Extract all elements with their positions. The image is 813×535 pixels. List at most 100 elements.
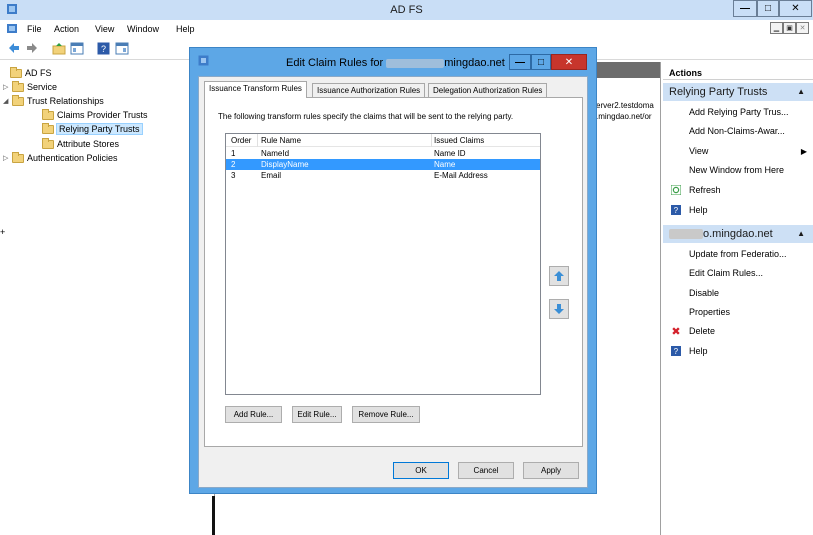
tree-item-service[interactable]: ▷ Service <box>3 80 57 92</box>
svg-text:?: ? <box>674 206 679 215</box>
mouse-cursor-icon: + <box>0 227 6 237</box>
collapse-caret-icon[interactable]: ▲ <box>797 87 805 96</box>
mdi-minimize-icon[interactable]: ▁ <box>770 22 783 34</box>
collapse-caret-icon[interactable]: ▲ <box>797 229 805 238</box>
action-delete[interactable]: Delete <box>689 326 715 336</box>
actions-header: Actions <box>663 64 813 80</box>
actions-section-selected-trust[interactable]: o.mingdao.net ▲ <box>663 225 813 243</box>
maximize-button[interactable]: □ <box>757 0 779 17</box>
action-help-2[interactable]: Help <box>689 346 708 356</box>
tree-item-attribute-stores[interactable]: Attribute Stores <box>42 137 119 149</box>
column-separator[interactable] <box>431 134 432 147</box>
svg-text:?: ? <box>674 347 679 356</box>
action-add-relying-party-trust[interactable]: Add Relying Party Trus... <box>689 107 789 117</box>
folder-icon <box>12 94 24 106</box>
column-separator[interactable] <box>257 134 258 147</box>
back-arrow-icon[interactable] <box>8 42 20 56</box>
mdi-close-icon[interactable]: ✕ <box>796 22 809 34</box>
move-down-button[interactable] <box>549 299 569 319</box>
rules-list[interactable]: Order Rule Name Issued Claims 1 NameId N… <box>225 133 541 395</box>
menu-window[interactable]: Window <box>127 24 159 34</box>
action-help[interactable]: Help <box>689 205 708 215</box>
ok-button[interactable]: OK <box>393 462 449 479</box>
move-up-button[interactable] <box>549 266 569 286</box>
dialog-minimize-button[interactable]: — <box>509 54 531 70</box>
show-hide-action-pane-icon[interactable] <box>115 42 129 57</box>
rules-list-header: Order Rule Name Issued Claims <box>226 134 540 147</box>
rule-row[interactable]: 3 Email E-Mail Address <box>226 170 540 181</box>
show-hide-tree-icon[interactable] <box>70 42 84 57</box>
svg-text:?: ? <box>101 44 106 54</box>
folder-icon <box>12 151 24 163</box>
action-refresh[interactable]: Refresh <box>689 185 721 195</box>
collapse-arrow-icon[interactable]: ◢ <box>3 97 12 105</box>
transform-rules-panel: The following transform rules specify th… <box>204 97 583 447</box>
action-update-from-federation-metadata[interactable]: Update from Federatio... <box>689 249 787 259</box>
trust-url-text: .mingdao.net/or <box>596 112 652 121</box>
edit-rule-button[interactable]: Edit Rule... <box>292 406 342 423</box>
console-tree: AD FS ▷ Service ◢ Trust Relationships Cl… <box>0 62 215 535</box>
close-button[interactable]: ✕ <box>779 0 812 17</box>
rule-row[interactable]: 1 NameId Name ID <box>226 148 540 159</box>
menu-action[interactable]: Action <box>54 24 79 34</box>
menu-help[interactable]: Help <box>176 24 195 34</box>
redacted-name <box>386 58 445 68</box>
action-properties[interactable]: Properties <box>689 307 730 317</box>
tree-item-adfs[interactable]: AD FS <box>10 66 52 78</box>
mdi-restore-icon[interactable]: ▣ <box>783 22 796 34</box>
actions-pane: Actions Relying Party Trusts ▲ Add Relyi… <box>660 62 813 535</box>
help-icon: ? <box>671 205 681 215</box>
column-rule-name[interactable]: Rule Name <box>261 136 301 145</box>
console-menu-icon[interactable] <box>6 23 18 36</box>
minimize-button[interactable]: — <box>733 0 757 17</box>
edit-claim-rules-dialog: Edit Claim Rules for mingdao.net — □ ✕ I… <box>189 47 597 494</box>
help-icon[interactable]: ? <box>97 42 110 57</box>
redacted-name <box>669 229 703 240</box>
tree-item-relying-party-trusts[interactable]: Relying Party Trusts <box>42 122 143 135</box>
action-edit-claim-rules[interactable]: Edit Claim Rules... <box>689 268 763 278</box>
expand-arrow-icon[interactable]: ▷ <box>3 83 12 91</box>
tab-issuance-transform-rules[interactable]: Issuance Transform Rules <box>204 81 307 98</box>
window-title: AD FS <box>390 4 423 16</box>
up-folder-icon[interactable] <box>52 42 66 57</box>
tree-item-authentication-policies[interactable]: ▷ Authentication Policies <box>3 151 118 163</box>
forward-arrow-icon[interactable] <box>26 42 38 56</box>
expand-arrow-icon[interactable]: ▷ <box>3 154 12 162</box>
tree-item-claims-provider-trusts[interactable]: Claims Provider Trusts <box>42 108 148 120</box>
action-add-non-claims-aware[interactable]: Add Non-Claims-Awar... <box>689 126 785 136</box>
action-view[interactable]: View <box>689 146 708 156</box>
help-icon: ? <box>671 346 681 356</box>
dialog-title: Edit Claim Rules for mingdao.net <box>286 57 505 69</box>
menu-view[interactable]: View <box>95 24 114 34</box>
tree-item-trust-relationships[interactable]: ◢ Trust Relationships <box>3 94 104 106</box>
trust-identifier-text: erver2.testdoma <box>596 101 654 110</box>
delete-icon: ✖ <box>671 325 681 338</box>
dialog-maximize-button[interactable]: □ <box>531 54 551 70</box>
rules-description: The following transform rules specify th… <box>218 112 514 121</box>
dialog-body: Issuance Transform Rules Issuance Author… <box>198 76 588 488</box>
add-rule-button[interactable]: Add Rule... <box>225 406 282 423</box>
refresh-icon <box>671 185 681 195</box>
dialog-close-button[interactable]: ✕ <box>551 54 587 70</box>
menu-bar: File Action View Window Help <box>0 20 813 38</box>
arrow-up-icon <box>554 271 564 281</box>
folder-icon <box>10 66 22 78</box>
pane-splitter[interactable] <box>212 496 215 535</box>
menu-file[interactable]: File <box>27 24 42 34</box>
arrow-down-icon <box>554 304 564 314</box>
dialog-app-icon <box>198 55 209 68</box>
remove-rule-button[interactable]: Remove Rule... <box>352 406 420 423</box>
actions-section-relying-party-trusts[interactable]: Relying Party Trusts ▲ <box>663 83 813 101</box>
tab-delegation-authorization-rules[interactable]: Delegation Authorization Rules <box>428 83 548 97</box>
rule-row-selected[interactable]: 2 DisplayName Name <box>226 159 540 170</box>
cancel-button[interactable]: Cancel <box>458 462 514 479</box>
mdi-window-controls: ▁ ▣ ✕ <box>770 22 809 34</box>
folder-icon <box>42 108 54 120</box>
tab-issuance-authorization-rules[interactable]: Issuance Authorization Rules <box>312 83 426 97</box>
action-new-window[interactable]: New Window from Here <box>689 165 784 175</box>
apply-button[interactable]: Apply <box>523 462 579 479</box>
column-order[interactable]: Order <box>231 136 251 145</box>
column-issued-claims[interactable]: Issued Claims <box>434 136 484 145</box>
submenu-arrow-icon: ▶ <box>800 146 808 156</box>
action-disable[interactable]: Disable <box>689 288 719 298</box>
